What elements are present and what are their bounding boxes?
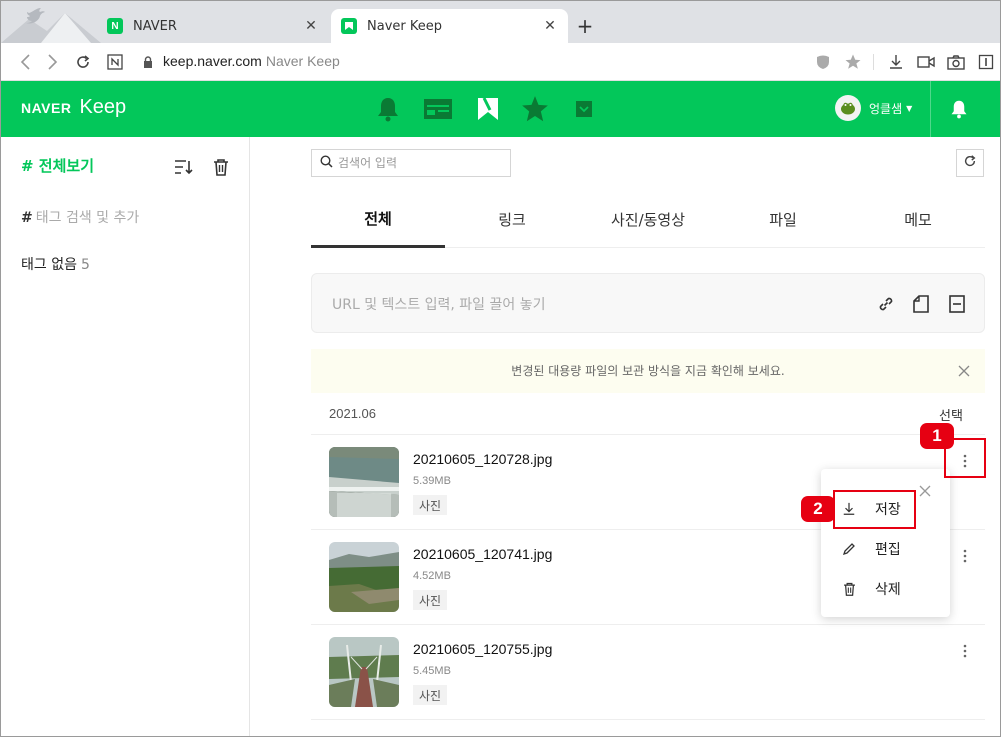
trash-icon[interactable] — [210, 156, 232, 178]
link-icon[interactable] — [875, 293, 897, 315]
toolbar-divider — [873, 54, 874, 70]
theme-decoration — [1, 1, 101, 43]
pencil-icon — [841, 541, 857, 557]
category-tabs: 전체 링크 사진/동영상 파일 메모 — [311, 191, 985, 248]
view-all-link[interactable]: # 전체보기 — [21, 155, 94, 176]
tab-all[interactable]: 전체 — [311, 191, 445, 248]
tab-photo-video[interactable]: 사진/동영상 — [581, 191, 715, 247]
shield-icon[interactable] — [813, 52, 833, 72]
notice-text[interactable]: 변경된 대용량 파일의 보관 방식을 지금 확인해 보세요. — [311, 362, 985, 379]
no-tag-label: 태그 없음 — [21, 257, 77, 273]
tab-title: NAVER — [133, 18, 177, 34]
no-tag-filter[interactable]: 태그 없음 5 — [21, 254, 90, 274]
tab-title: Naver Keep — [367, 18, 442, 34]
address-bar: keep.naver.com Naver Keep — [1, 43, 1000, 81]
camera-icon[interactable] — [946, 52, 966, 72]
lock-icon — [141, 52, 155, 72]
reminder-bell-icon[interactable] — [374, 95, 402, 123]
photo-thumbnail — [329, 447, 399, 517]
user-menu[interactable]: 엉클샘 ▼ — [835, 95, 912, 121]
file-icon[interactable] — [910, 293, 932, 315]
logo-brand: NAVER — [21, 100, 72, 116]
more-options-icon[interactable] — [957, 641, 973, 661]
select-button[interactable]: 선택 — [939, 405, 963, 424]
file-tag[interactable]: 사진 — [413, 685, 448, 705]
naver-favicon-icon: N — [107, 18, 123, 34]
search-box[interactable] — [311, 149, 511, 177]
tab-naver-keep[interactable]: Naver Keep ✕ — [331, 9, 568, 43]
file-name[interactable]: 20210605_120741.jpg — [413, 546, 552, 562]
file-name[interactable]: 20210605_120755.jpg — [413, 641, 552, 657]
menu-item-delete[interactable]: 삭제 — [821, 571, 950, 607]
keep-favicon-icon — [341, 18, 357, 34]
avatar — [835, 95, 861, 121]
reload-icon[interactable] — [73, 52, 93, 72]
menu-item-label: 삭제 — [875, 582, 901, 598]
new-tab-button[interactable]: + — [573, 14, 597, 38]
back-icon[interactable] — [15, 52, 35, 72]
menu-icon[interactable] — [976, 52, 996, 72]
step-badge-1: 1 — [920, 423, 954, 449]
close-icon[interactable]: ✕ — [303, 18, 319, 34]
naver-home-icon[interactable] — [105, 52, 125, 72]
input-dropzone[interactable]: URL 및 텍스트 입력, 파일 끌어 놓기 — [311, 273, 985, 333]
tab-memo[interactable]: 메모 — [851, 191, 985, 247]
browser-window: N NAVER ✕ Naver Keep ✕ + keep.naver.com … — [0, 0, 1001, 737]
download-icon[interactable] — [886, 52, 906, 72]
memo-icon[interactable] — [946, 293, 968, 315]
favorite-star-icon[interactable] — [521, 95, 549, 123]
sort-icon[interactable] — [172, 156, 194, 178]
video-icon[interactable] — [916, 52, 936, 72]
naver-keep-logo[interactable]: NAVER Keep — [21, 96, 126, 119]
photo-thumbnail — [329, 637, 399, 707]
tab-naver[interactable]: N NAVER ✕ — [97, 9, 329, 43]
month-header: 2021.06 — [329, 406, 376, 421]
tab-file[interactable]: 파일 — [716, 191, 850, 247]
bookmark-star-icon[interactable] — [843, 52, 863, 72]
no-tag-count: 5 — [80, 257, 90, 273]
tag-search-field[interactable]: # 태그 검색 및 추가 — [21, 207, 139, 227]
trash-icon — [841, 581, 857, 597]
list-item[interactable]: 20210605_120755.jpg 5.45MB 사진 — [311, 625, 985, 720]
photo-thumbnail — [329, 542, 399, 612]
keep-bookmark-icon[interactable] — [474, 95, 502, 123]
tab-link[interactable]: 링크 — [445, 191, 579, 247]
archive-icon[interactable] — [570, 95, 598, 123]
refresh-icon — [963, 154, 977, 172]
tab-strip: N NAVER ✕ Naver Keep ✕ + — [1, 1, 1000, 43]
forward-icon[interactable] — [43, 52, 63, 72]
close-icon[interactable] — [954, 361, 974, 381]
search-icon — [320, 154, 333, 172]
site-name: Naver Keep — [265, 53, 340, 69]
file-size: 5.39MB — [413, 475, 451, 487]
file-size: 5.45MB — [413, 665, 451, 677]
menu-item-label: 편집 — [875, 542, 901, 558]
header-divider — [930, 81, 931, 137]
close-icon[interactable]: ✕ — [542, 18, 558, 34]
refresh-button[interactable] — [956, 149, 984, 177]
sidebar: # 전체보기 # 태그 검색 및 추가 태그 없음 5 — [1, 137, 250, 736]
file-tag[interactable]: 사진 — [413, 495, 448, 515]
url-text: keep.naver.com — [163, 53, 262, 69]
file-tag[interactable]: 사진 — [413, 590, 448, 610]
more-options-icon[interactable] — [957, 546, 973, 566]
tag-search-placeholder: 태그 검색 및 추가 — [35, 210, 140, 226]
highlight-save-item — [833, 490, 916, 529]
step-badge-2: 2 — [801, 496, 835, 522]
file-size: 4.52MB — [413, 570, 451, 582]
card-icon[interactable] — [422, 95, 454, 123]
caret-down-icon: ▼ — [906, 103, 913, 113]
notification-bell-icon[interactable] — [945, 95, 973, 123]
notice-banner: 변경된 대용량 파일의 보관 방식을 지금 확인해 보세요. — [311, 349, 985, 393]
menu-item-edit[interactable]: 편집 — [821, 531, 950, 567]
logo-product: Keep — [79, 96, 127, 118]
hash-icon: # — [21, 210, 33, 226]
file-name[interactable]: 20210605_120728.jpg — [413, 451, 552, 467]
user-name: 엉클샘 — [869, 101, 903, 116]
search-input[interactable] — [338, 156, 508, 170]
url-field[interactable]: keep.naver.com Naver Keep — [163, 53, 340, 69]
dropzone-placeholder: URL 및 텍스트 입력, 파일 끌어 놓기 — [332, 297, 546, 313]
app-header: NAVER Keep 엉클샘 ▼ — [1, 81, 1000, 137]
